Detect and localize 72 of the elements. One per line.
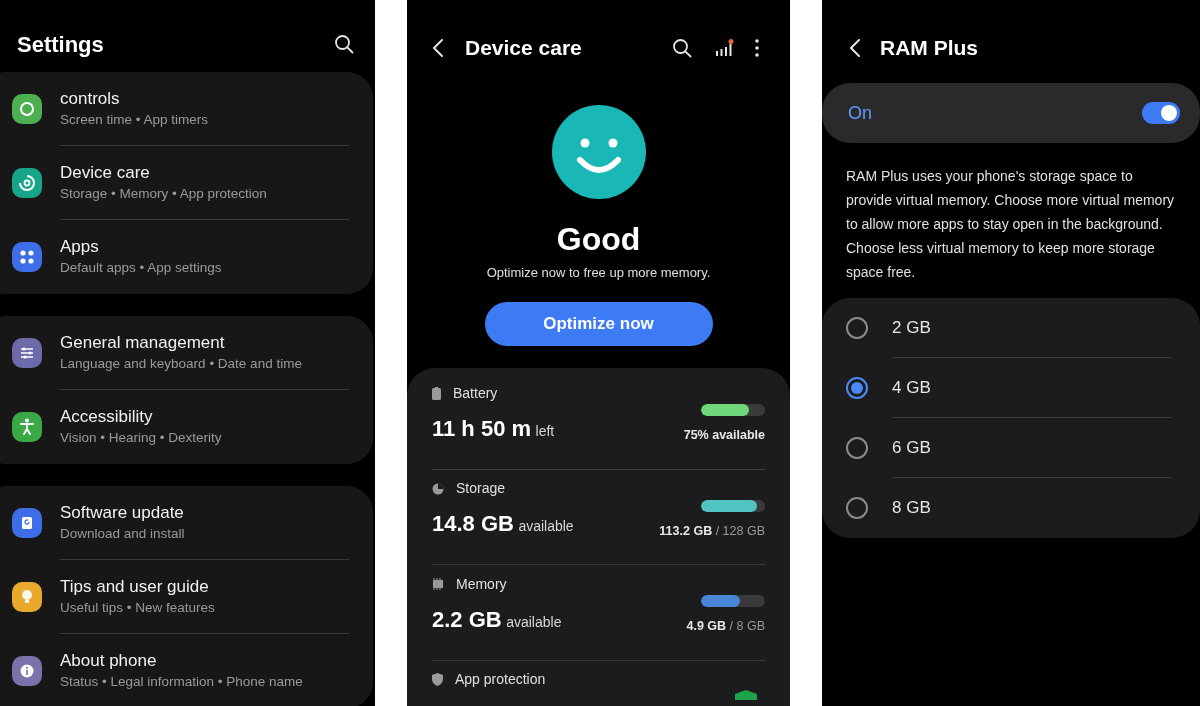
radio-option[interactable]: 2 GB	[846, 298, 1176, 358]
stat-value: 2.2 GB available	[432, 605, 562, 634]
item-title: Accessibility	[60, 406, 154, 428]
stat-value: 11 h 50 m left	[432, 414, 555, 443]
option-label: 2 GB	[892, 317, 931, 340]
more-options-icon[interactable]	[754, 38, 760, 58]
item-subtitle: Storage • Memory • App protection	[60, 185, 267, 203]
settings-item[interactable]: General management Language and keyboard • Date and time	[0, 316, 373, 390]
item-subtitle: Language and keyboard • Date and time	[60, 355, 302, 373]
stat-value: 14.8 GB available	[432, 510, 574, 539]
stat-row[interactable]: Battery 11 h 50 m left 75% available	[432, 384, 765, 480]
bar-graph-icon[interactable]	[714, 38, 734, 58]
radio-option[interactable]: 4 GB	[846, 358, 1176, 418]
stat-reading: 113.2 GB / 128 GB	[659, 522, 765, 540]
item-subtitle: Default apps • App settings	[60, 259, 222, 277]
settings-item[interactable]: Accessibility Vision • Hearing • Dexterity	[0, 390, 373, 464]
back-icon[interactable]	[431, 38, 445, 58]
item-subtitle: Useful tips • New features	[60, 599, 215, 617]
stat-label: Memory	[456, 574, 507, 594]
option-label: 6 GB	[892, 437, 931, 460]
stat-row[interactable]: Memory 2.2 GB available 4.9 GB / 8 GB	[432, 575, 765, 671]
radio-button[interactable]	[846, 377, 868, 399]
stat-label: App protection	[455, 670, 546, 689]
screen-title: Device care	[465, 35, 583, 62]
battery-icon	[432, 386, 441, 400]
option-label: 8 GB	[892, 497, 931, 520]
radio-option[interactable]: 8 GB	[846, 478, 1176, 538]
option-label: 4 GB	[892, 377, 931, 400]
item-title: About phone	[60, 650, 158, 672]
shield-icon	[432, 673, 443, 686]
screen-title: RAM Plus	[880, 35, 978, 62]
chip-icon	[432, 578, 444, 590]
toggle-row[interactable]: On	[822, 83, 1200, 143]
toggle-label: On	[848, 101, 872, 125]
shield-icon	[735, 689, 757, 700]
radio-button[interactable]	[846, 317, 868, 339]
item-title: General management	[60, 332, 226, 354]
item-subtitle: Screen time • App timers	[60, 111, 209, 129]
item-subtitle: Vision • Hearing • Dexterity	[60, 429, 222, 447]
item-subtitle: Status • Legal information • Phone name	[60, 673, 303, 691]
search-icon[interactable]	[334, 34, 354, 54]
status-label: Good	[556, 221, 641, 257]
search-icon[interactable]	[672, 38, 692, 58]
back-icon[interactable]	[848, 38, 862, 58]
radio-button[interactable]	[846, 497, 868, 519]
pie-icon	[432, 482, 444, 495]
settings-item[interactable]: Tips and user guide Useful tips • New features	[0, 560, 373, 634]
settings-item[interactable]: Apps Default apps • App settings	[0, 220, 373, 294]
item-title: Device care	[60, 162, 151, 184]
description-text: RAM Plus uses your phone's storage space to provide virtual memory. Choose more virtual memory to allow more apps to stay open in the background. Choose less virtual memory to keep more storage space free.	[845, 167, 1176, 282]
radio-button[interactable]	[846, 437, 868, 459]
radio-option[interactable]: 6 GB	[846, 418, 1176, 478]
toggle-switch[interactable]	[1142, 102, 1180, 124]
optimize-button[interactable]: Optimize now	[484, 301, 713, 346]
item-title: Tips and user guide	[60, 576, 210, 598]
settings-item[interactable]: About phone Status • Legal information • Phone name	[0, 634, 373, 706]
smiley-face-icon	[551, 105, 646, 199]
stat-reading: 75% available	[683, 427, 765, 444]
screen-title: Settings	[17, 30, 104, 59]
stat-label: Battery	[453, 383, 498, 403]
item-title: Apps	[60, 236, 100, 258]
stat-row[interactable]: App protection	[432, 670, 765, 706]
item-title: Software update	[60, 502, 185, 524]
stat-reading: 4.9 GB / 8 GB	[686, 618, 765, 635]
status-message: Optimize now to free up more memory.	[486, 264, 711, 282]
item-title: controls	[60, 88, 121, 110]
stat-label: Storage	[456, 479, 506, 498]
settings-item[interactable]: controls Screen time • App timers	[0, 72, 373, 146]
item-subtitle: Download and install	[60, 525, 185, 543]
settings-item[interactable]: Software update Download and install	[0, 486, 373, 560]
stat-row[interactable]: Storage 14.8 GB available 113.2 GB / 128 GB	[432, 479, 765, 575]
settings-item[interactable]: Device care Storage • Memory • App protection	[0, 146, 373, 220]
